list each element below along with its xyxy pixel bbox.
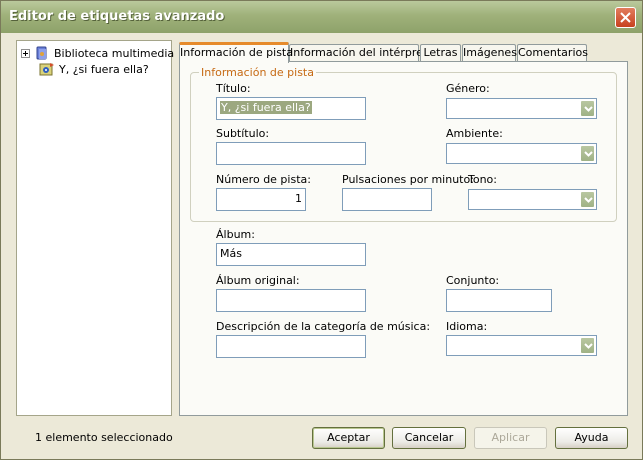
mood-select[interactable] <box>446 143 597 164</box>
library-icon <box>36 46 47 60</box>
window-title: Editor de etiquetas avanzado <box>9 9 225 24</box>
selection-status: 1 elemento seleccionado <box>35 431 173 444</box>
tab-artist-info[interactable]: Información del intérprete <box>289 44 434 62</box>
tab-lyrics[interactable]: Letras <box>420 44 461 62</box>
chevron-down-icon <box>584 106 593 112</box>
group-title: Información de pista <box>199 66 316 79</box>
title-field[interactable]: Y, ¿si fuera ella? <box>216 97 366 120</box>
key-label: Tono: <box>468 173 497 186</box>
title-bar[interactable]: Editor de etiquetas avanzado <box>1 1 642 33</box>
tab-comments[interactable]: Comentarios <box>517 44 588 62</box>
tab-track-info[interactable]: Información de pista <box>179 42 293 63</box>
bpm-field[interactable] <box>342 188 432 211</box>
help-button[interactable]: Ayuda <box>555 427 628 449</box>
tree-item-library[interactable]: Biblioteca multimedia <box>21 45 174 61</box>
apply-button[interactable]: Aplicar <box>474 427 547 449</box>
original-album-field[interactable] <box>216 289 366 312</box>
accept-button[interactable]: Aceptar <box>312 427 385 449</box>
tree-item-label: Y, ¿si fuera ella? <box>59 62 149 76</box>
category-description-field[interactable] <box>216 335 366 358</box>
set-field[interactable] <box>446 289 552 312</box>
language-dropdown-button[interactable] <box>580 337 595 354</box>
tab-images[interactable]: Imágenes <box>462 44 517 62</box>
language-select[interactable] <box>446 335 597 356</box>
subtitle-field[interactable] <box>216 142 366 165</box>
mood-label: Ambiente: <box>446 127 503 140</box>
language-label: Idioma: <box>446 320 488 333</box>
genre-dropdown-button[interactable] <box>580 100 595 117</box>
subtitle-label: Subtítulo: <box>216 127 270 140</box>
expand-icon[interactable] <box>21 48 30 58</box>
chevron-down-icon <box>584 197 593 203</box>
category-description-label: Descripción de la categoría de música: <box>216 320 431 333</box>
genre-label: Género: <box>446 82 490 95</box>
tag-editor-window: Editor de etiquetas avanzado Biblioteca … <box>0 0 643 460</box>
library-tree[interactable]: Biblioteca multimedia Y, ¿si fuera ella? <box>16 40 174 416</box>
mood-dropdown-button[interactable] <box>580 145 595 162</box>
chevron-down-icon <box>584 151 593 157</box>
set-label: Conjunto: <box>446 274 500 287</box>
key-dropdown-button[interactable] <box>580 191 595 208</box>
track-number-field[interactable]: 1 <box>216 188 306 211</box>
close-button[interactable] <box>615 7 636 28</box>
audio-track-icon <box>39 63 54 76</box>
bpm-label: Pulsaciones por minuto: <box>342 173 474 186</box>
tree-item-track[interactable]: Y, ¿si fuera ella? <box>39 61 149 77</box>
title-label: Título: <box>216 82 251 95</box>
tree-item-label: Biblioteca multimedia <box>54 46 175 60</box>
original-album-label: Álbum original: <box>216 274 300 287</box>
album-field[interactable]: Más <box>216 243 366 266</box>
album-label: Álbum: <box>216 228 255 241</box>
cancel-button[interactable]: Cancelar <box>392 427 466 449</box>
key-select[interactable] <box>468 189 597 210</box>
chevron-down-icon <box>584 343 593 349</box>
title-value: Y, ¿si fuera ella? <box>220 101 312 114</box>
genre-select[interactable] <box>446 98 597 119</box>
tab-panel-track-info: Información de pista Título: Y, ¿si fuer… <box>179 61 628 416</box>
close-icon <box>620 12 631 23</box>
track-number-label: Número de pista: <box>216 173 311 186</box>
